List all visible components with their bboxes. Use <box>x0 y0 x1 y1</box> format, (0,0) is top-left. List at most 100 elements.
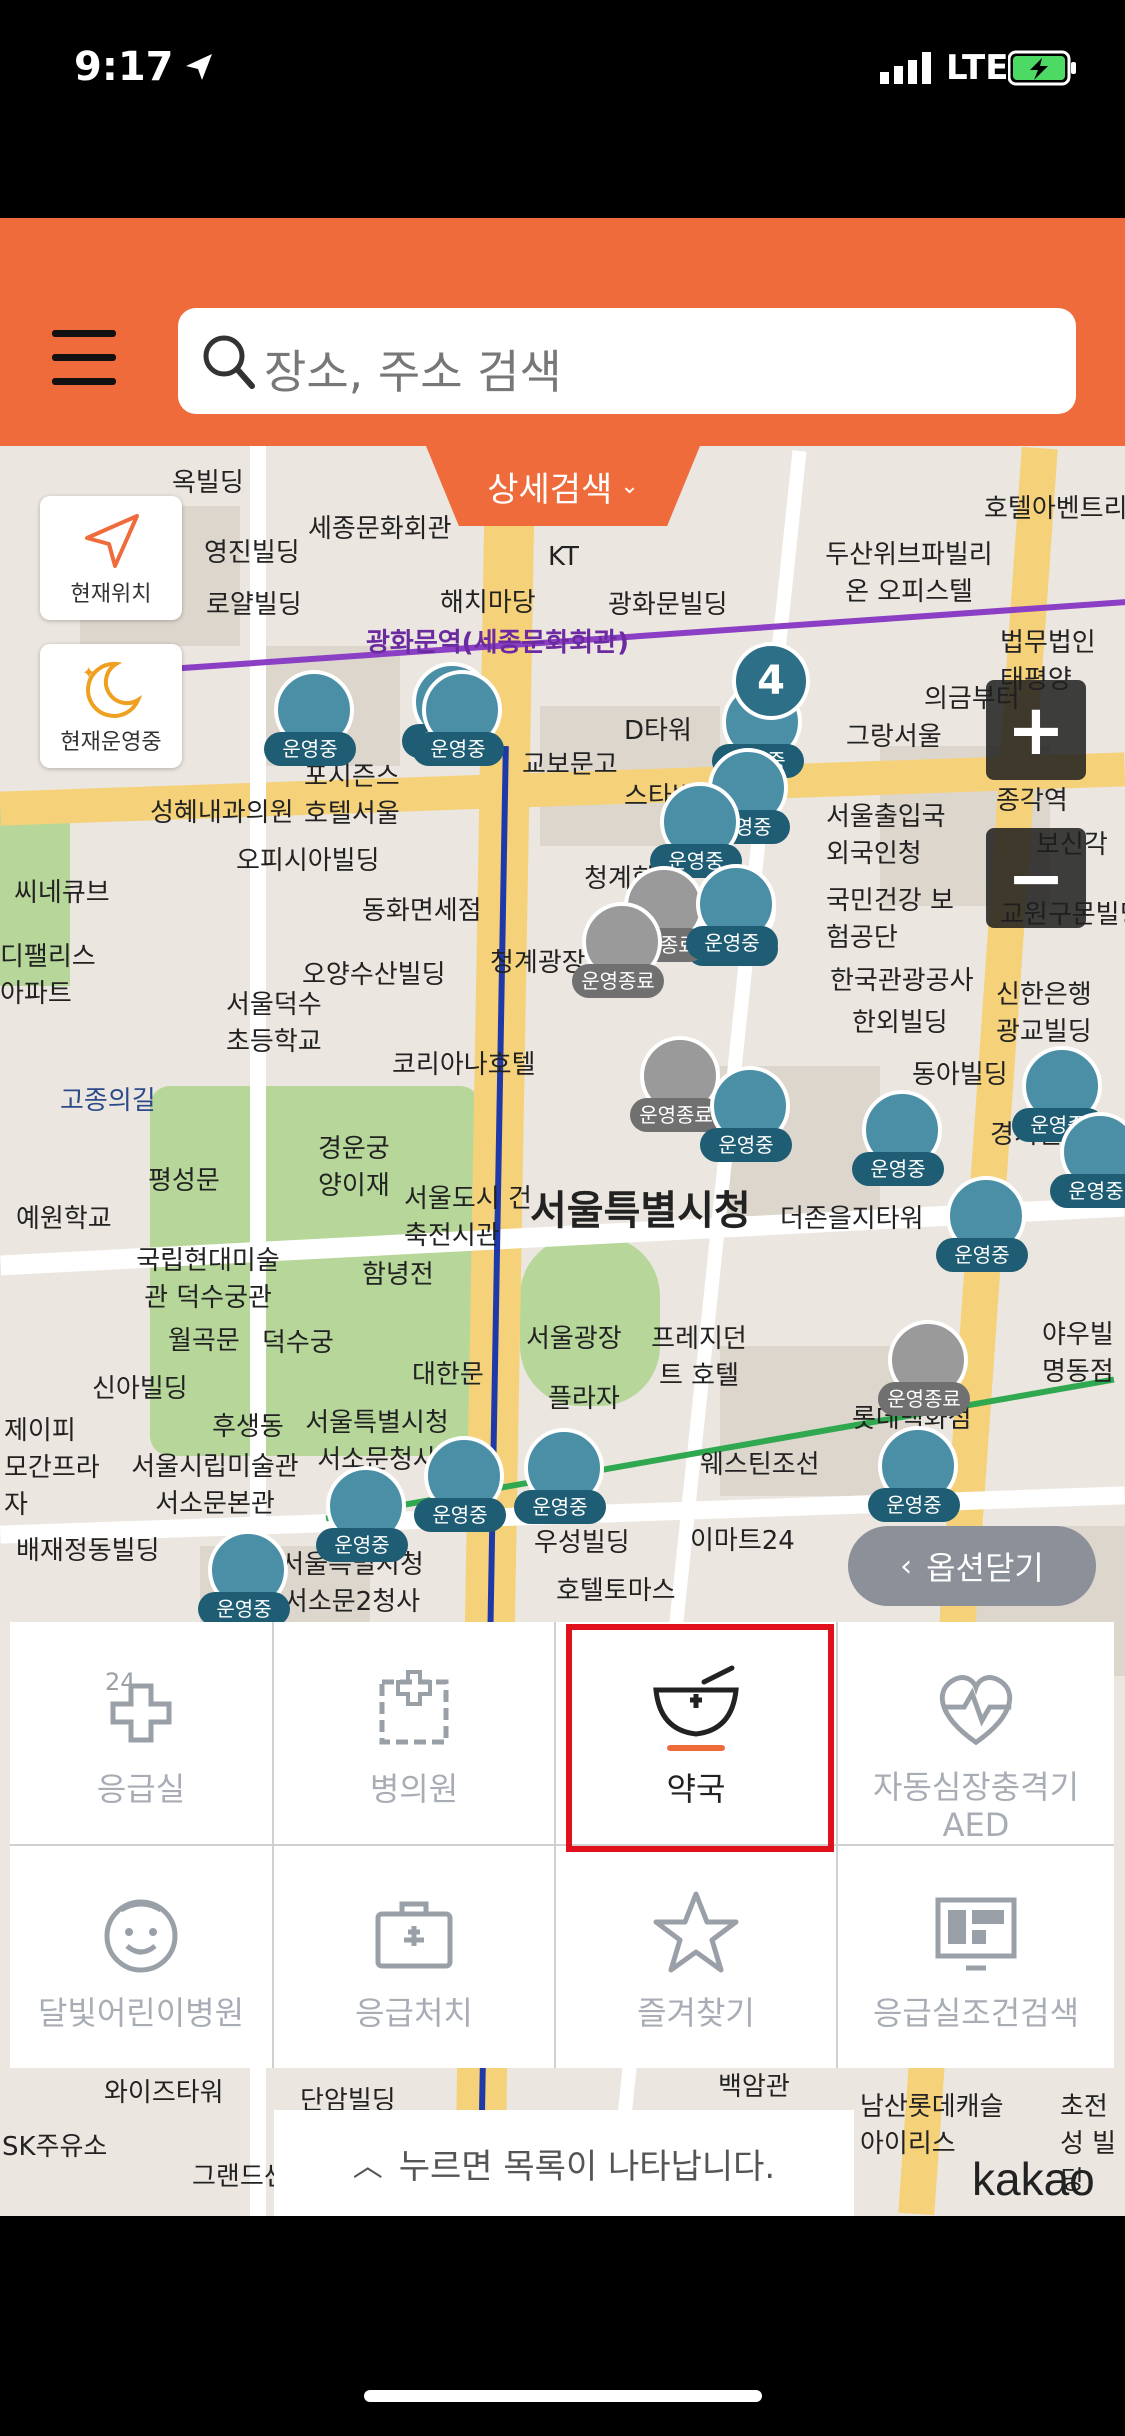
star-icon <box>653 1891 739 1973</box>
category-emergency-room[interactable]: 24 응급실 <box>10 1622 272 1844</box>
map-label: 후생동 <box>212 1412 284 1442</box>
selection-highlight <box>566 1624 834 1852</box>
pharmacy-marker[interactable]: 운영중 <box>264 670 356 774</box>
current-location-label: 현재위치 <box>70 582 152 607</box>
map-label: 야우빌 명동점 <box>1042 1320 1114 1387</box>
heartbeat-icon <box>939 1675 1013 1746</box>
pharmacy-marker[interactable]: 운영중 <box>514 1428 606 1532</box>
map-label: 서울출입국 외국인청 <box>826 802 946 869</box>
map-label: 해치마당 <box>440 588 536 618</box>
map-label: 종각역 <box>996 786 1068 816</box>
category-hospital[interactable]: 병의원 <box>274 1622 554 1844</box>
map-label: 세종문화회관 <box>308 514 452 544</box>
map-label: 코리아나호텔 <box>392 1050 536 1080</box>
map-label: 서울도시 건축전시관 <box>404 1184 532 1251</box>
pharmacy-marker[interactable]: 운영종료 <box>878 1320 970 1424</box>
current-location-button[interactable]: 현재위치 <box>40 496 182 620</box>
category-first-aid[interactable]: 응급처치 <box>274 1846 554 2068</box>
detail-search-tab[interactable]: 상세검색 ⌄ <box>426 446 700 526</box>
search-input[interactable]: 장소, 주소 검색 <box>264 336 562 402</box>
location-arrow-icon <box>186 54 212 80</box>
home-indicator[interactable] <box>364 2390 762 2402</box>
pharmacy-marker[interactable]: 운영중 <box>686 864 778 968</box>
pharmacy-marker[interactable]: 운영중 <box>198 1530 290 1634</box>
map-label: 백암관 <box>718 2072 790 2102</box>
map-label: SK주유소 <box>2 2132 108 2162</box>
pharmacy-marker[interactable]: 운영중 <box>868 1426 960 1530</box>
map-label: 서울덕수 초등학교 <box>226 990 322 1057</box>
cluster-count[interactable]: 4 <box>732 642 810 720</box>
map-label: 광화문역(세종문화회관) <box>366 628 629 658</box>
map-label: 서울시립미술관 서소문본관 <box>131 1452 299 1519</box>
category-er-condition-search[interactable]: 응급실조건검색 <box>838 1846 1114 2068</box>
pharmacy-marker[interactable]: 운영중 <box>700 1066 792 1170</box>
category-label: 즐겨찾기 <box>637 1994 755 2032</box>
map-label: 씨네큐브 <box>14 878 110 908</box>
map-label: 프레지던트 호텔 <box>651 1324 747 1391</box>
monitor-icon <box>935 1897 1017 1971</box>
map-label: 광화문빌딩 <box>608 590 728 620</box>
map-label: 예원학교 <box>16 1204 112 1234</box>
battery-icon <box>1008 50 1076 86</box>
pharmacy-marker[interactable]: 운영종료 <box>572 902 664 1006</box>
pharmacy-marker[interactable]: 운영중 <box>414 1436 506 1540</box>
map-label: 두산위브파빌리온 오피스텔 <box>825 540 993 607</box>
pharmacy-marker[interactable]: 운영중 <box>316 1466 408 1570</box>
category-label: 자동심장충격기 AED <box>872 1768 1080 1844</box>
child-face-icon <box>104 1899 178 1973</box>
list-hint-label: 누르면 목록이 나타납니다. <box>398 2146 776 2187</box>
map-label: 로얄빌딩 <box>206 590 302 620</box>
signal-icon <box>880 52 931 84</box>
status-bar: 9:17 LTE <box>0 0 1125 140</box>
category-label: 달빛어린이병원 <box>37 1994 245 2032</box>
category-favorites[interactable]: 즐겨찾기 <box>556 1846 836 2068</box>
list-toggle[interactable]: ︿ 누르면 목록이 나타납니다. <box>274 2110 854 2216</box>
hospital-icon <box>379 1670 449 1745</box>
zoom-in-button[interactable]: + <box>986 680 1086 780</box>
map-label: 호텔아벤트리 <box>984 494 1125 524</box>
category-label: 응급실조건검색 <box>872 1994 1080 2032</box>
chevron-up-icon: ︿ <box>352 2149 383 2184</box>
category-aed[interactable]: 자동심장충격기 AED <box>838 1622 1114 1844</box>
open-now-button[interactable]: ✦ 현재운영중 <box>40 644 182 768</box>
pharmacy-marker[interactable]: 운영중 <box>852 1090 944 1194</box>
detail-search-label: 상세검색 <box>487 469 613 510</box>
moon-icon: ✦ <box>82 661 143 718</box>
location-arrow-icon <box>85 514 139 568</box>
map-label: 한외빌딩 <box>852 1008 948 1038</box>
map-label: 배재정동빌딩 <box>16 1536 160 1566</box>
map-label: 한국관광공사 <box>830 966 974 996</box>
pharmacy-marker[interactable]: 운영중 <box>936 1176 1028 1280</box>
map-label: 호텔토마스 <box>556 1576 676 1606</box>
map-label: 디팰리스 아파트 <box>0 942 96 1009</box>
pharmacy-marker[interactable]: 운영중 <box>412 670 504 774</box>
map-label: 웨스틴조선 <box>700 1450 820 1480</box>
map-label: 월곡문 <box>168 1326 240 1356</box>
map-label: 서울광장 <box>526 1324 622 1354</box>
category-label: 응급실 <box>96 1770 186 1808</box>
map-label: 경운궁 양이재 <box>318 1134 390 1201</box>
map-label: 서울특별시청 <box>530 1188 751 1234</box>
emergency-24-icon: 24 <box>105 1668 172 1743</box>
map-label: 동아빌딩 <box>912 1060 1008 1090</box>
menu-icon[interactable] <box>52 330 116 386</box>
kakao-logo: kakao <box>972 2153 1095 2205</box>
map-label: 영진빌딩 <box>204 538 300 568</box>
map-label: 와이즈타워 <box>104 2078 224 2108</box>
map-label: 국립현대미술관 덕수궁관 <box>136 1246 280 1313</box>
map-label: 오피시아빌딩 <box>236 846 380 876</box>
chevron-left-icon: ‹ <box>900 1548 913 1584</box>
search-bar[interactable]: 장소, 주소 검색 <box>178 308 1076 414</box>
status-time: 9:17 <box>74 44 174 90</box>
pharmacy-marker[interactable]: 운영중 <box>1050 1112 1125 1216</box>
first-aid-kit-icon <box>375 1901 453 1969</box>
zoom-out-button[interactable]: − <box>986 828 1086 928</box>
open-now-label: 현재운영중 <box>60 730 162 755</box>
network-label: LTE <box>946 48 1009 88</box>
map-label: 그랑서울 <box>846 722 942 752</box>
option-close-button[interactable]: ‹ 옵션닫기 <box>848 1526 1096 1606</box>
map-label: 성혜내과의원 <box>150 798 294 828</box>
map-label: 국민건강 보험공단 <box>826 886 954 953</box>
category-moonlight-children-hospital[interactable]: 달빛어린이병원 <box>10 1846 272 2068</box>
map-label: 평성문 <box>148 1166 220 1196</box>
